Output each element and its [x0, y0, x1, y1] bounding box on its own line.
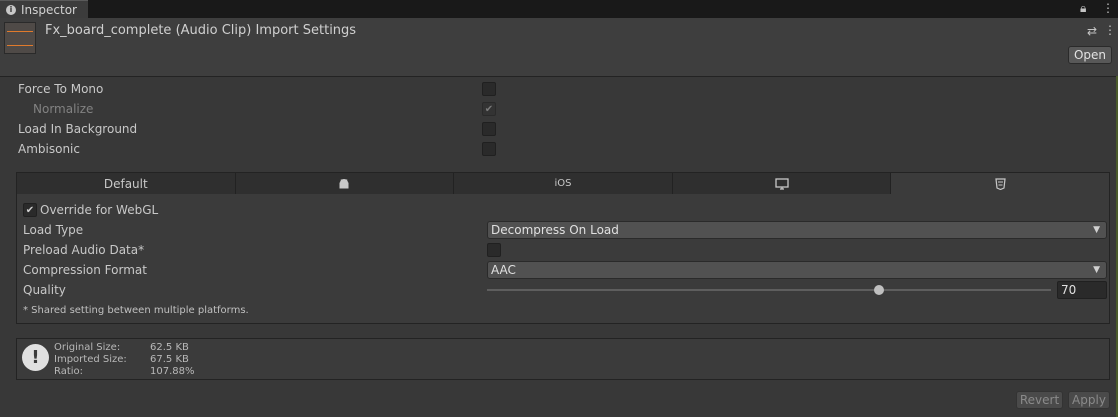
imported-size-label: Imported Size:: [54, 354, 127, 365]
chevron-down-icon: ▼: [1093, 265, 1100, 275]
original-size-label: Original Size:: [54, 342, 121, 353]
open-button[interactable]: Open: [1068, 46, 1112, 64]
platform-tabs: Default iOS: [17, 173, 1109, 194]
info-icon: i: [6, 4, 16, 15]
tab-ios[interactable]: iOS: [454, 173, 673, 194]
warning-icon: !: [22, 344, 49, 371]
tab-webgl[interactable]: [891, 173, 1109, 194]
kebab-menu-icon[interactable]: ⋮: [1102, 1, 1114, 15]
revert-button[interactable]: Revert: [1016, 391, 1063, 409]
kebab-menu-icon[interactable]: ⋮: [1104, 23, 1116, 37]
lock-icon[interactable]: 🔒︎: [1080, 1, 1086, 16]
shared-setting-note: * Shared setting between multiple platfo…: [23, 305, 249, 316]
force-to-mono-checkbox[interactable]: [482, 82, 496, 96]
quality-input[interactable]: 70: [1057, 281, 1107, 299]
android-icon: [339, 178, 349, 188]
load-type-dropdown[interactable]: Decompress On Load ▼: [487, 221, 1107, 239]
checkmark-icon: ✔: [25, 204, 35, 216]
ratio-value: 107.88%: [150, 366, 195, 377]
load-type-value: Decompress On Load: [491, 223, 619, 237]
normalize-checkbox: ✔: [482, 102, 496, 116]
imported-size-value: 67.5 KB: [150, 354, 189, 365]
preload-audio-checkbox[interactable]: [487, 243, 501, 257]
quality-slider-track[interactable]: [487, 289, 1051, 291]
quality-slider-handle[interactable]: [874, 285, 884, 295]
ratio-label: Ratio:: [54, 366, 84, 377]
quality-label: Quality: [23, 283, 66, 297]
compression-format-value: AAC: [491, 263, 516, 277]
desktop-icon: [774, 177, 789, 190]
force-to-mono-label: Force To Mono: [18, 82, 104, 96]
chevron-down-icon: ▼: [1093, 225, 1100, 235]
ambisonic-label: Ambisonic: [18, 142, 80, 156]
load-in-background-label: Load In Background: [18, 122, 138, 136]
inspector-tab[interactable]: i Inspector: [0, 0, 88, 18]
audio-clip-thumbnail: [4, 22, 36, 54]
original-size-value: 62.5 KB: [150, 342, 189, 353]
override-webgl-label: Override for WebGL: [40, 203, 159, 217]
compression-format-label: Compression Format: [23, 263, 147, 277]
compression-format-dropdown[interactable]: AAC ▼: [487, 261, 1107, 279]
load-in-background-checkbox[interactable]: [482, 122, 496, 136]
load-type-label: Load Type: [23, 223, 84, 237]
preload-audio-label: Preload Audio Data*: [23, 243, 145, 257]
tab-android[interactable]: [235, 173, 455, 194]
window-tab-bar: [0, 0, 1118, 18]
checkmark-icon: ✔: [484, 103, 494, 115]
webgl-html5-icon: [995, 177, 1006, 190]
override-webgl-checkbox[interactable]: ✔: [23, 203, 37, 217]
tab-standalone[interactable]: [672, 173, 892, 194]
tab-default[interactable]: Default: [17, 173, 236, 194]
sliders-icon[interactable]: ⇄: [1087, 24, 1097, 38]
page-title: Fx_board_complete (Audio Clip) Import Se…: [45, 23, 357, 38]
apply-button[interactable]: Apply: [1068, 391, 1110, 409]
platform-settings-panel: [16, 172, 1110, 324]
ambisonic-checkbox[interactable]: [482, 142, 496, 156]
inspector-tab-label: Inspector: [21, 2, 77, 17]
normalize-label: Normalize: [33, 102, 94, 116]
